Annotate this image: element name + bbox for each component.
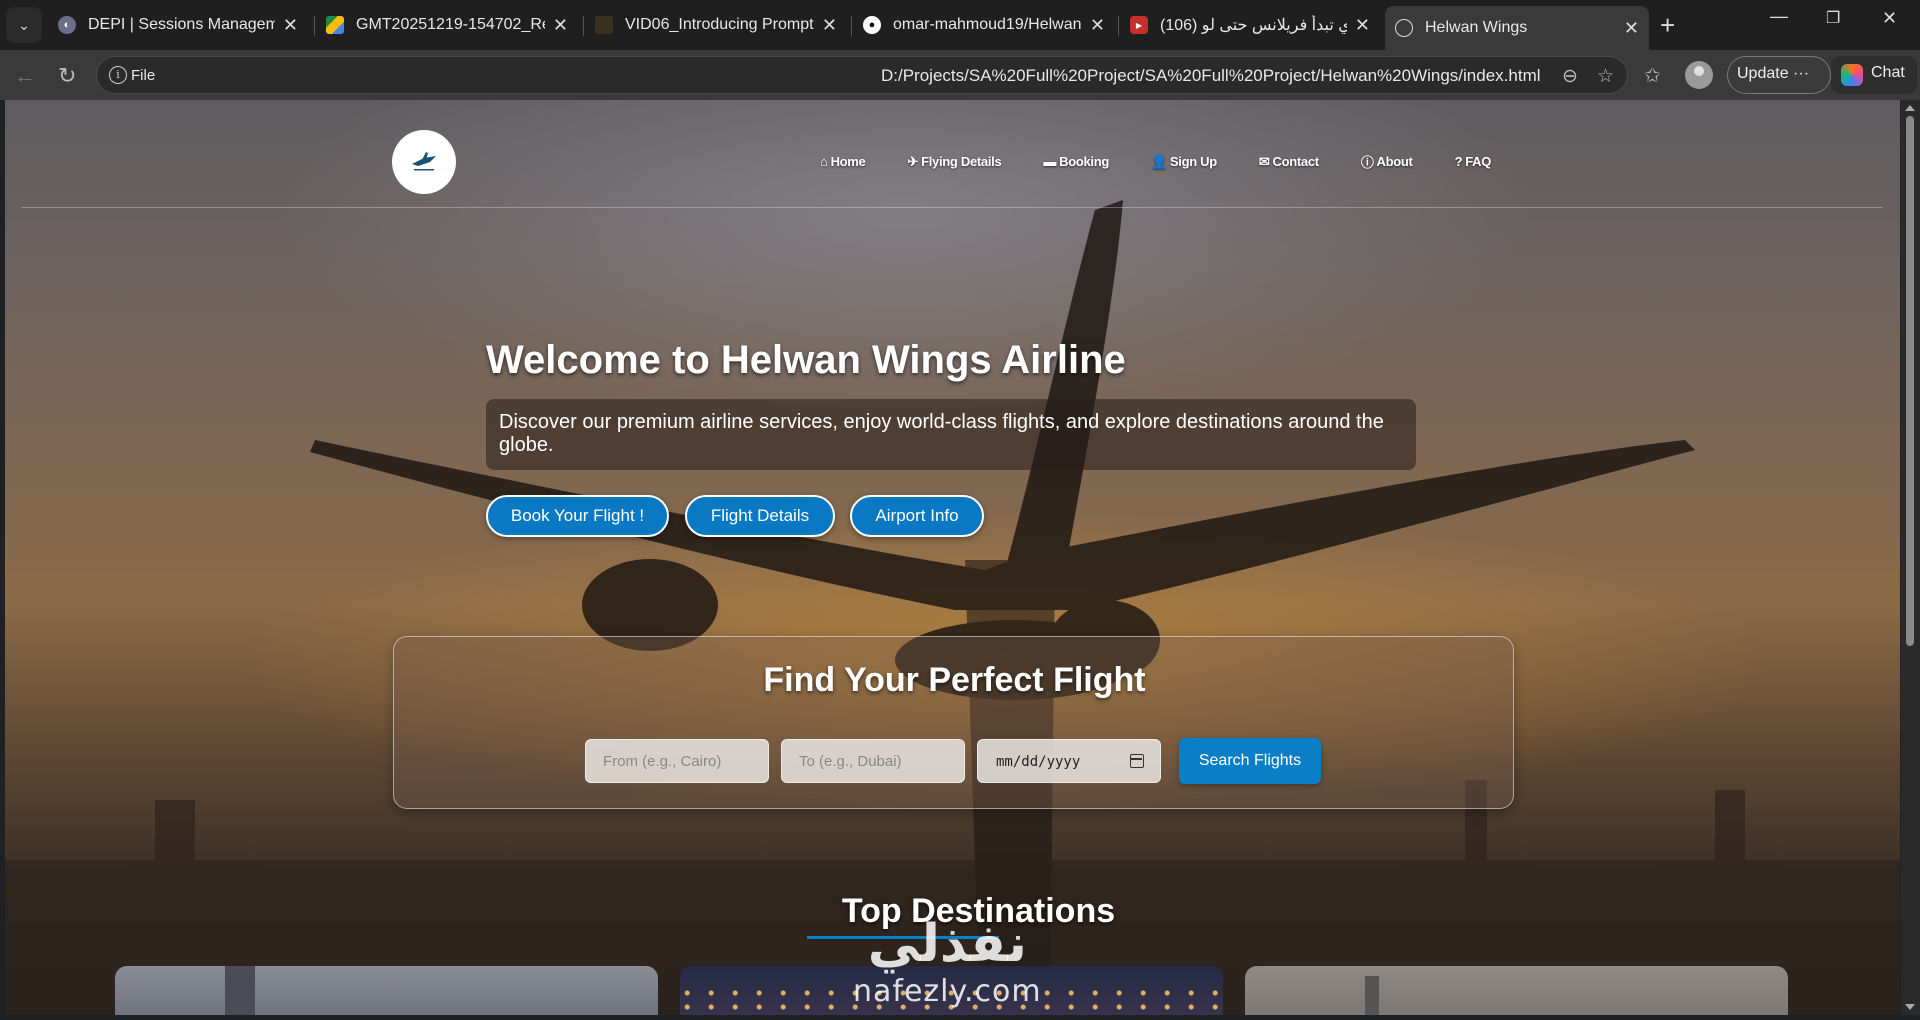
nav-faq[interactable]: ? FAQ — [1454, 152, 1492, 171]
to-input[interactable]: To (e.g., Dubai) — [781, 739, 965, 783]
tab-helwan-wings[interactable]: Helwan Wings ✕ — [1385, 6, 1649, 50]
hero-description: Discover our premium airline services, e… — [486, 399, 1416, 470]
tab-video[interactable]: VID06_Introducing Prompt en ✕ — [585, 6, 847, 44]
nav-home[interactable]: ⌂ Home — [820, 152, 866, 171]
destination-image — [225, 966, 255, 1015]
nav-flying-details[interactable]: ✈ Flying Details — [907, 152, 1001, 171]
nav-contact[interactable]: ✉ Contact — [1259, 152, 1319, 171]
info-icon[interactable]: i — [109, 66, 127, 84]
date-placeholder: mm/dd/yyyy — [996, 754, 1081, 770]
star-icon[interactable]: ☆ — [1597, 65, 1614, 88]
tab-title: Helwan Wings — [1425, 19, 1528, 36]
airport-info-button[interactable]: Airport Info — [850, 495, 984, 537]
scroll-up-icon[interactable] — [1905, 105, 1915, 111]
user-plus-icon: 👤 — [1151, 153, 1167, 169]
watermark-arabic: نفذلي — [867, 914, 1027, 974]
flight-search-panel: Find Your Perfect Flight From (e.g., Cai… — [393, 636, 1514, 809]
reload-icon[interactable]: ↻ — [58, 63, 76, 89]
close-icon[interactable]: ✕ — [1624, 18, 1639, 39]
ticket-icon: ▬ — [1043, 154, 1057, 169]
browser-toolbar: ← ↻ i File D:/Projects/SA%20Full%20Proje… — [0, 50, 1920, 100]
nav-label: About — [1376, 154, 1413, 169]
chevron-down-icon: ⌄ — [18, 16, 30, 33]
nav-label: Booking — [1059, 154, 1110, 169]
close-icon[interactable]: ✕ — [1355, 15, 1370, 36]
book-flight-button[interactable]: Book Your Flight ! — [486, 495, 669, 537]
tab-title: (106) إزاي تبدأ فريلانس حتى لو — [1160, 17, 1347, 34]
tab-drive[interactable]: GMT20251219-154702_Recor ✕ — [316, 6, 578, 44]
page-scrollbar[interactable] — [1901, 100, 1920, 1015]
nav-label: Contact — [1272, 154, 1320, 169]
scroll-thumb[interactable] — [1906, 116, 1914, 646]
close-icon[interactable]: ✕ — [1090, 15, 1105, 36]
tab-title: omar-mahmoud19/Helwan-W — [893, 16, 1082, 33]
nav-label: Home — [830, 154, 866, 169]
github-icon: ● — [863, 16, 881, 34]
zoom-icon[interactable]: ⊖ — [1562, 65, 1578, 88]
favorites-icon[interactable]: ✩ — [1644, 63, 1661, 88]
globe-icon — [1395, 19, 1413, 37]
tab-strip: ⌄ ◐ DEPI | Sessions Management ✕ GMT2025… — [0, 0, 1920, 50]
tab-github[interactable]: ● omar-mahmoud19/Helwan-W ✕ — [853, 6, 1115, 44]
video-icon — [595, 16, 613, 34]
nav-booking[interactable]: ▬ Booking — [1043, 152, 1109, 171]
tab-search-button[interactable]: ⌄ — [6, 7, 42, 43]
drive-icon — [326, 16, 344, 34]
site-logo[interactable] — [392, 130, 456, 194]
url-text[interactable]: D:/Projects/SA%20Full%20Project/SA%20Ful… — [881, 66, 1541, 86]
scheme-label: File — [131, 67, 156, 84]
nav-label: FAQ — [1465, 154, 1492, 169]
hero-title: Welcome to Helwan Wings Airline — [486, 338, 1126, 382]
nav-sign-up[interactable]: 👤 Sign Up — [1151, 152, 1217, 171]
airplane-background-image — [5, 200, 1900, 1015]
destination-card[interactable] — [1245, 966, 1788, 1015]
back-icon[interactable]: ← — [14, 63, 36, 89]
restore-button[interactable]: ❐ — [1826, 8, 1840, 28]
nav-about[interactable]: ⓘ About — [1361, 152, 1413, 171]
tab-youtube[interactable]: ▶ (106) إزاي تبدأ فريلانس حتى لو ✕ — [1120, 6, 1380, 44]
watermark: نفذلي nafezly.com — [853, 918, 1042, 1009]
close-icon[interactable]: ✕ — [553, 15, 568, 36]
airline-logo-icon — [412, 152, 436, 171]
chat-label: Chat — [1871, 64, 1905, 81]
update-button[interactable]: Update ··· — [1727, 56, 1831, 94]
depi-icon: ◐ — [58, 16, 76, 34]
close-icon[interactable]: ✕ — [283, 15, 298, 36]
chat-button[interactable]: Chat — [1831, 56, 1917, 94]
avatar[interactable] — [1685, 61, 1713, 89]
info-icon: ⓘ — [1360, 155, 1374, 170]
youtube-icon: ▶ — [1130, 16, 1148, 34]
date-input[interactable]: mm/dd/yyyy — [977, 739, 1161, 783]
tab-title: VID06_Introducing Prompt en — [625, 16, 814, 33]
tab-title: DEPI | Sessions Management — [88, 16, 275, 33]
window-close-button[interactable]: ✕ — [1882, 8, 1897, 29]
tab-title: GMT20251219-154702_Recor — [356, 16, 545, 33]
new-tab-button[interactable]: + — [1660, 10, 1675, 41]
plane-icon: ✈ — [907, 153, 919, 169]
search-flights-button[interactable]: Search Flights — [1179, 738, 1321, 784]
address-bar[interactable]: i File D:/Projects/SA%20Full%20Project/S… — [96, 56, 1628, 94]
page-viewport: ⌂ Home ✈ Flying Details ▬ Booking 👤 Sign Up … — [5, 100, 1900, 1015]
flight-details-button[interactable]: Flight Details — [685, 495, 835, 537]
nav-label: Flying Details — [921, 154, 1002, 169]
update-label: Update — [1737, 65, 1789, 82]
watermark-latin: nafezly.com — [853, 974, 1042, 1009]
from-input[interactable]: From (e.g., Cairo) — [585, 739, 769, 783]
search-title: Find Your Perfect Flight — [763, 661, 1146, 699]
copilot-icon — [1841, 64, 1863, 86]
home-icon: ⌂ — [820, 154, 828, 169]
tab-depi[interactable]: ◐ DEPI | Sessions Management ✕ — [48, 6, 308, 44]
close-icon[interactable]: ✕ — [822, 15, 837, 36]
envelope-icon: ✉ — [1258, 153, 1270, 169]
destination-image — [1365, 976, 1379, 1015]
main-nav: ⌂ Home ✈ Flying Details ▬ Booking 👤 Sign Up … — [820, 152, 1533, 171]
minimize-button[interactable]: — — [1770, 6, 1788, 27]
scroll-down-icon[interactable] — [1905, 1004, 1915, 1010]
question-icon: ? — [1454, 154, 1463, 169]
destination-card[interactable] — [115, 966, 658, 1015]
more-icon: ··· — [1793, 65, 1810, 82]
nav-label: Sign Up — [1169, 154, 1217, 169]
header-divider — [21, 207, 1883, 208]
calendar-icon[interactable] — [1130, 754, 1144, 768]
